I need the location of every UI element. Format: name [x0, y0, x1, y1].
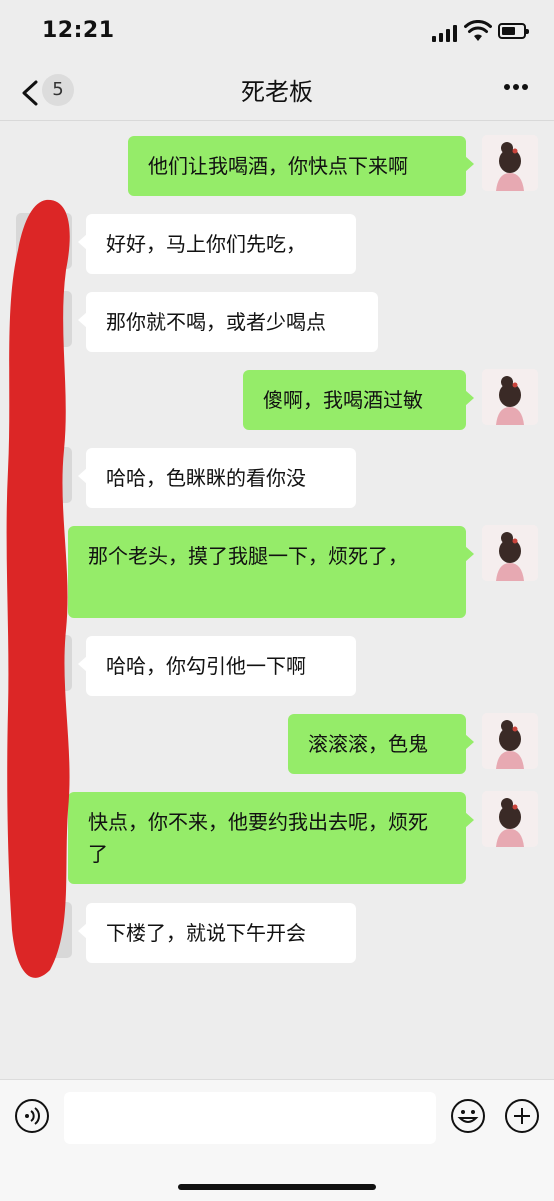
more-options-icon[interactable]	[500, 84, 532, 96]
voice-input-icon[interactable]	[14, 1098, 50, 1134]
message-bubble[interactable]: 好好，马上你们先吃，	[78, 214, 356, 274]
user-avatar-icon[interactable]	[482, 713, 538, 769]
message-bubble[interactable]: 他们让我喝酒，你快点下来啊	[128, 136, 474, 196]
user-avatar-icon[interactable]	[482, 525, 538, 581]
user-avatar-icon[interactable]	[482, 369, 538, 425]
add-attachment-icon[interactable]	[504, 1098, 540, 1134]
message-text-field[interactable]	[64, 1092, 436, 1144]
message-bubble[interactable]: 滚滚滚，色鬼	[288, 714, 474, 774]
status-time: 12:21	[42, 18, 115, 43]
status-bar: 12:21	[0, 0, 554, 66]
chat-title: 死老板	[241, 78, 313, 106]
red-redaction-scribble	[6, 199, 70, 978]
emoji-icon[interactable]	[450, 1098, 486, 1134]
wifi-icon	[464, 20, 492, 41]
user-avatar-icon[interactable]	[482, 791, 538, 847]
user-avatar-icon[interactable]	[482, 135, 538, 191]
message-bubble[interactable]: 快点，你不来，他要约我出去呢，烦死了	[68, 792, 474, 884]
message-input-bar	[0, 1079, 554, 1201]
message-bubble[interactable]: 那个老头，摸了我腿一下，烦死了，	[68, 526, 474, 618]
message-bubble[interactable]: 哈哈，色眯眯的看你没	[78, 448, 356, 508]
message-bubble[interactable]: 傻啊，我喝酒过敏	[243, 370, 474, 430]
message-bubble[interactable]: 那你就不喝，或者少喝点	[78, 292, 378, 352]
home-indicator[interactable]	[178, 1184, 376, 1190]
cellular-signal-icon	[432, 24, 460, 42]
message-bubble[interactable]: 下楼了，就说下午开会	[78, 903, 356, 963]
chat-header: 5 死老板	[0, 66, 554, 121]
battery-icon	[498, 23, 529, 39]
message-bubble[interactable]: 哈哈，你勾引他一下啊	[78, 636, 356, 696]
